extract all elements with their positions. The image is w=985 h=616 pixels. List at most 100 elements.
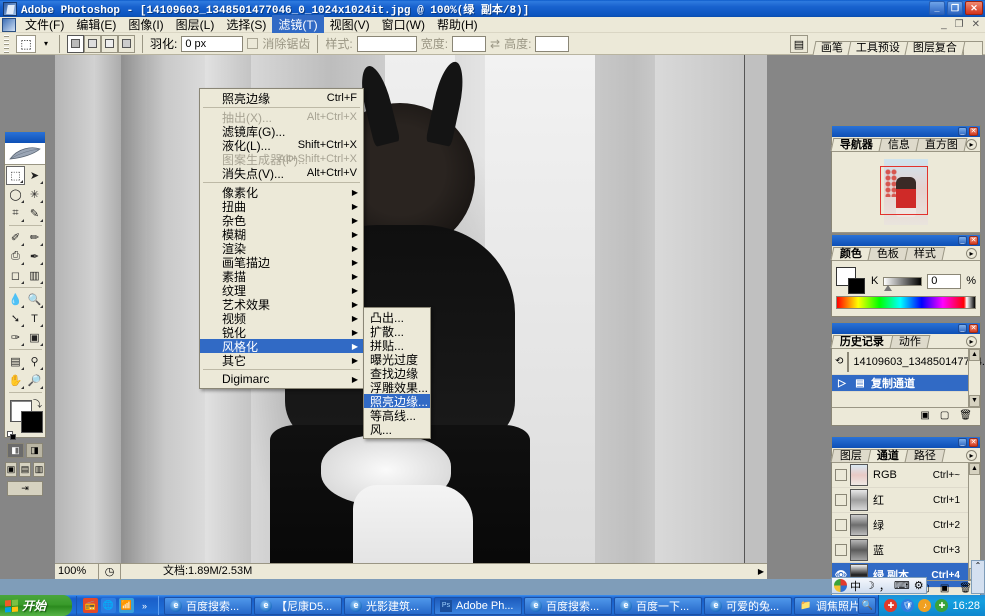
feather-input[interactable]: 0 px (181, 36, 243, 52)
menu-0[interactable]: 文件(F) (19, 15, 70, 34)
menu-4[interactable]: 选择(S) (220, 15, 272, 34)
menu-3[interactable]: 图层(L) (170, 15, 221, 34)
tool-shape-icon[interactable]: ▣ (25, 328, 44, 347)
tray-icon-3[interactable]: ✚ (935, 599, 948, 612)
filter-menu-item[interactable]: 照亮边缘Ctrl+F (200, 91, 363, 105)
swap-colors-icon[interactable]: ⤵ (33, 397, 42, 410)
new-channel-icon[interactable]: ▣ (940, 583, 949, 594)
history-close-button[interactable]: ✕ (969, 324, 978, 333)
tool-hand-icon[interactable]: ✋ (6, 371, 25, 390)
quickmask-mode-button[interactable]: ◨ (26, 443, 43, 458)
history-minimize-button[interactable]: _ (958, 324, 967, 333)
quick-launch-icon-2[interactable]: 📶 (119, 598, 134, 613)
channels-tab-0[interactable]: 图层 (831, 449, 872, 462)
channels-tab-1[interactable]: 通道 (868, 449, 909, 462)
tool-slice-icon[interactable]: ✎ (25, 204, 44, 223)
options-bar-grip[interactable] (4, 35, 9, 53)
menu-1[interactable]: 编辑(E) (70, 15, 122, 34)
status-proxy-icon[interactable]: ◷ (99, 564, 121, 580)
color-title-bar[interactable]: _ ✕ (832, 235, 980, 246)
filter-menu-dropdown[interactable]: 照亮边缘Ctrl+F抽出(X)...Alt+Ctrl+X滤镜库(G)...液化(… (199, 88, 364, 389)
quick-launch-icon-3[interactable]: » (137, 598, 152, 613)
filter-menu-item[interactable]: 其它▶ (200, 353, 363, 367)
quick-launch-icon-0[interactable]: 📻 (83, 598, 98, 613)
ime-language-bar[interactable]: 中☽，⌨⚙ (831, 577, 927, 594)
channels-title-bar[interactable]: _ ✕ (832, 437, 980, 448)
ime-button-0[interactable]: 中 (850, 578, 861, 594)
taskbar-item[interactable]: e百度一下... (614, 597, 702, 615)
palette-well-tab-2[interactable]: 图层复合 (905, 41, 966, 55)
history-menu-icon[interactable]: ▸ (966, 336, 977, 347)
channels-minimize-button[interactable]: _ (958, 438, 967, 447)
navigator-view-box[interactable] (880, 166, 928, 215)
channel-row[interactable]: 红Ctrl+1 (832, 488, 968, 513)
k-channel-slider[interactable] (883, 277, 922, 286)
scroll-down-arrow-icon[interactable]: ▼ (969, 395, 980, 407)
standard-mode-button[interactable]: ◧ (7, 443, 24, 458)
close-button[interactable]: ✕ (965, 1, 983, 15)
tool-clone-stamp-icon[interactable]: ⎙ (6, 247, 25, 266)
stylize-submenu[interactable]: 凸出...扩散...拼贴...曝光过度查找边缘浮雕效果...照亮边缘...等高线… (363, 307, 431, 439)
menu-6[interactable]: 视图(V) (324, 15, 376, 34)
channels-tab-2[interactable]: 路径 (905, 449, 946, 462)
history-tab-1[interactable]: 动作 (890, 335, 931, 348)
k-slider-thumb[interactable] (884, 285, 892, 291)
color-swatch-pair[interactable] (836, 267, 866, 295)
navigator-tab-2[interactable]: 直方图 (916, 138, 968, 151)
tool-eraser-icon[interactable]: ◻ (6, 266, 25, 285)
width-input[interactable] (452, 36, 486, 52)
tray-icon-0[interactable]: ✚ (884, 599, 897, 612)
navigator-thumbnail-area[interactable] (832, 152, 980, 232)
tool-brush-icon[interactable]: ✏ (25, 228, 44, 247)
subtract-selection-button[interactable] (101, 35, 118, 53)
color-background-swatch[interactable] (848, 278, 865, 294)
menu-5[interactable]: 滤镜(T) (272, 15, 323, 34)
palette-well-drop-area[interactable] (963, 41, 983, 55)
tool-move-icon[interactable]: ➤ (25, 166, 44, 185)
history-snapshot-row[interactable]: ⟲ 14109603_134850147704... (832, 349, 980, 375)
minimize-button[interactable]: _ (929, 1, 945, 15)
tray-icon-1[interactable]: 🛡 (901, 599, 914, 612)
background-color-swatch[interactable] (21, 411, 43, 433)
zoom-level-field[interactable]: 100% (55, 564, 99, 580)
tray-overflow-button[interactable]: 🔍 (858, 597, 876, 614)
filter-menu-item[interactable]: 消失点(V)...Alt+Ctrl+V (200, 166, 363, 180)
quick-launch-icon-1[interactable]: 🌐 (101, 598, 116, 613)
tool-history-brush-icon[interactable]: ✒ (25, 247, 44, 266)
current-tool-icon[interactable]: ⬚ (16, 35, 36, 53)
snapshot-source-icon[interactable]: ⟲ (835, 355, 843, 369)
tool-magic-wand-icon[interactable]: ✳ (25, 185, 44, 204)
channels-menu-icon[interactable]: ▸ (966, 450, 977, 461)
antialias-checkbox[interactable] (247, 38, 258, 49)
history-title-bar[interactable]: _ ✕ (832, 323, 980, 334)
navigator-tab-1[interactable]: 信息 (879, 138, 920, 151)
filter-menu-item[interactable]: Digimarc▶ (200, 372, 363, 386)
ime-button-4[interactable]: ⚙ (914, 579, 924, 592)
taskbar-item[interactable]: 📁调焦照片 (794, 597, 858, 615)
history-state-row[interactable]: ▷▤复制通道 (832, 375, 980, 392)
new-snapshot-icon[interactable]: ▢ (940, 410, 949, 421)
taskbar-item[interactable]: e百度搜索... (524, 597, 612, 615)
intersect-selection-button[interactable] (118, 35, 135, 53)
taskbar-item[interactable]: PsAdobe Ph... (434, 597, 522, 615)
history-state-toggle-icon[interactable]: ▷ (835, 376, 849, 390)
new-selection-button[interactable] (67, 35, 84, 53)
status-menu-arrow-icon[interactable]: ▶ (755, 567, 767, 576)
taskbar-item[interactable]: e光影建筑... (344, 597, 432, 615)
tool-eyedropper-icon[interactable]: ⚲ (25, 352, 44, 371)
ime-button-2[interactable]: ， (879, 578, 890, 594)
swap-dimensions-icon[interactable]: ⇄ (490, 37, 500, 51)
tool-dodge-icon[interactable]: 🔍 (25, 290, 44, 309)
document-icon[interactable] (2, 18, 16, 32)
tool-healing-brush-icon[interactable]: ✐ (6, 228, 25, 247)
channel-row[interactable]: 蓝Ctrl+3 (832, 538, 968, 563)
channel-row[interactable]: 绿Ctrl+2 (832, 513, 968, 538)
add-selection-button[interactable] (84, 35, 101, 53)
color-tab-0[interactable]: 颜色 (831, 247, 872, 260)
tool-lasso-icon[interactable]: ◯ (6, 185, 25, 204)
navigator-menu-icon[interactable]: ▸ (966, 139, 977, 150)
default-colors-icon[interactable] (7, 431, 16, 440)
taskbar-item[interactable]: e可爱的兔... (704, 597, 792, 615)
channel-visibility-eye-icon[interactable] (832, 519, 850, 531)
channel-visibility-eye-icon[interactable] (832, 494, 850, 506)
